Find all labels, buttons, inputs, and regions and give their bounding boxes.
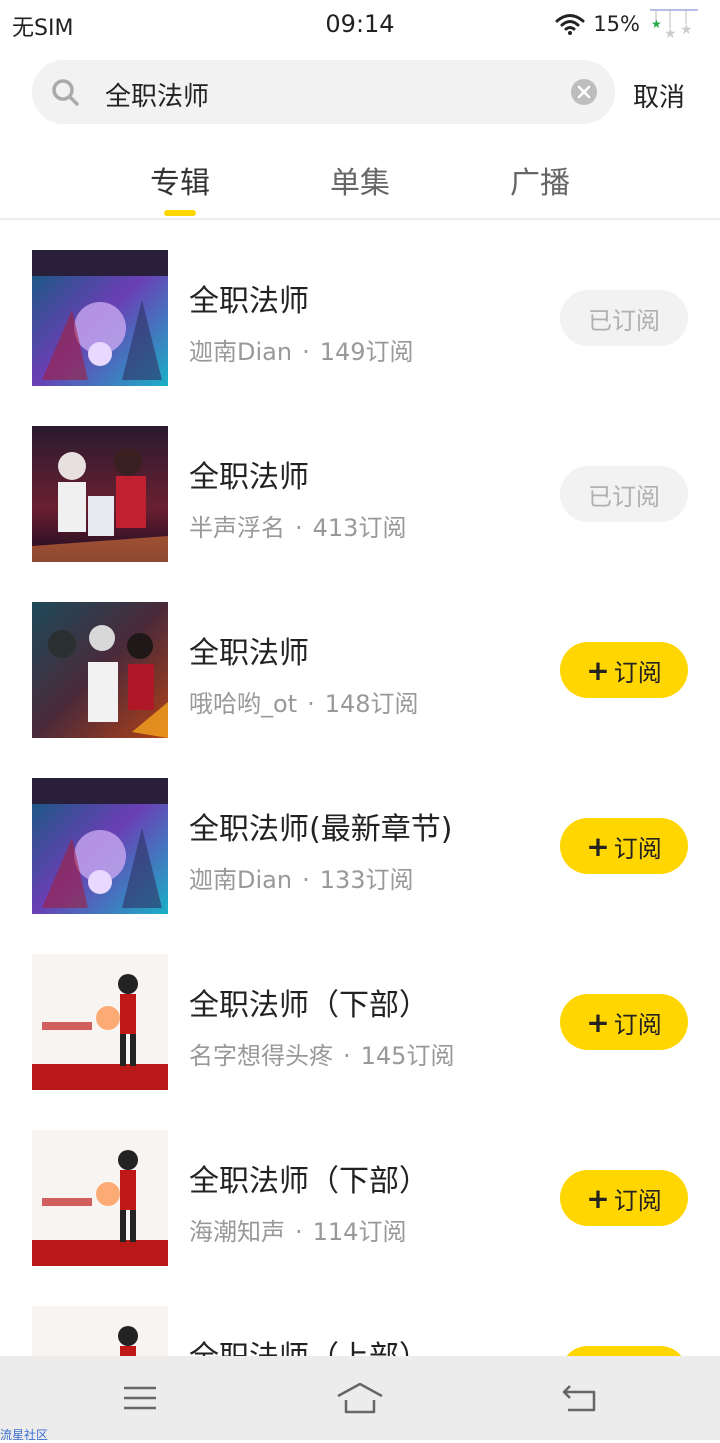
list-item[interactable]: 全职法师 迦南Dian · 149订阅 已订阅 — [0, 220, 720, 396]
plus-icon: + — [586, 829, 610, 863]
album-author: 海潮知声 — [189, 1218, 285, 1246]
album-meta: 名字想得头疼 · 145订阅 — [189, 1036, 454, 1071]
album-meta: 迦南Dian · 133订阅 — [189, 860, 414, 895]
cancel-button[interactable]: 取消 — [633, 77, 685, 114]
star-decoration-icon: ★ ★ ★ — [650, 9, 698, 40]
status-right: 15% ★ ★ ★ — [555, 8, 700, 40]
menu-icon[interactable] — [120, 1380, 160, 1416]
album-author: 迦南Dian — [189, 866, 293, 894]
subscribe-button[interactable]: +订阅 — [560, 1170, 688, 1226]
subscribed-label: 已订阅 — [588, 482, 660, 511]
album-subs: 114订阅 — [312, 1218, 407, 1246]
album-subs: 413订阅 — [312, 514, 407, 542]
album-title: 全职法师（下部） — [189, 1164, 429, 1199]
album-cover — [32, 1306, 168, 1356]
album-meta: 迦南Dian · 149订阅 — [189, 332, 414, 367]
tab-indicator — [164, 210, 196, 216]
list-item[interactable]: 全职法师 哦哈哟_ot · 148订阅 + 订阅 — [0, 572, 720, 748]
list-item[interactable]: 全职法师（下部） 名字想得头疼 · 145订阅 + 订阅 — [0, 924, 720, 1100]
album-title: 全职法师 — [189, 460, 309, 495]
album-title: 全职法师（上部） — [189, 1332, 429, 1356]
album-cover — [32, 1130, 168, 1266]
subscribe-label: 订阅 — [613, 1010, 662, 1039]
album-cover — [32, 250, 168, 386]
back-icon[interactable] — [560, 1380, 600, 1416]
subscribe-button[interactable]: +订阅 — [560, 994, 688, 1050]
tab-radio[interactable]: 广播 — [510, 158, 570, 202]
search-query[interactable]: 全职法师 — [105, 76, 209, 113]
separator-dot: · — [295, 514, 303, 542]
tab-albums[interactable]: 专辑 — [150, 158, 210, 202]
subscribe-label: 订阅 — [613, 658, 662, 687]
album-author: 半声浮名 — [189, 514, 285, 542]
album-title: 全职法师（下部） — [189, 988, 429, 1023]
svg-text:★: ★ — [651, 17, 662, 31]
search-input[interactable]: 全职法师 — [32, 60, 615, 124]
watermark: 流星社区 — [0, 1428, 49, 1442]
clear-icon[interactable] — [570, 78, 598, 106]
battery-level: 15% — [593, 12, 640, 36]
system-nav-bar — [0, 1356, 720, 1440]
album-subs: 133订阅 — [319, 866, 414, 894]
home-icon[interactable] — [336, 1380, 384, 1416]
plus-icon: + — [586, 1005, 610, 1039]
album-subs: 145订阅 — [360, 1042, 455, 1070]
list-item[interactable]: 全职法师（上部） +订阅 — [0, 1276, 720, 1356]
subscribe-button[interactable]: +订阅 — [560, 1346, 688, 1356]
subscribe-button[interactable]: +订阅 — [560, 642, 688, 698]
album-cover — [32, 602, 168, 738]
list-item[interactable]: 全职法师（下部） 海潮知声 · 114订阅 + 订阅 — [0, 1100, 720, 1276]
album-author: 哦哈哟_ot — [189, 690, 298, 718]
search-row: 全职法师 取消 — [32, 60, 688, 124]
album-title: 全职法师 — [189, 636, 309, 671]
album-subs: 148订阅 — [324, 690, 419, 718]
subscribe-button[interactable]: +订阅 — [560, 818, 688, 874]
subscribed-button[interactable]: 已订阅 — [560, 466, 688, 522]
album-cover — [32, 426, 168, 562]
subscribe-label: 订阅 — [613, 1186, 662, 1215]
tab-bar: 专辑 单集 广播 — [0, 140, 720, 220]
separator-dot: · — [295, 1218, 303, 1246]
search-icon — [52, 79, 79, 106]
album-subs: 149订阅 — [319, 338, 414, 366]
album-meta: 海潮知声 · 114订阅 — [189, 1212, 406, 1247]
album-author: 迦南Dian — [189, 338, 293, 366]
plus-icon: + — [586, 1181, 610, 1215]
svg-text:★: ★ — [664, 26, 677, 40]
wifi-icon — [555, 14, 585, 35]
plus-icon: + — [586, 653, 610, 687]
separator-dot: · — [343, 1042, 351, 1070]
album-meta: 哦哈哟_ot · 148订阅 — [189, 684, 419, 719]
subscribed-button[interactable]: 已订阅 — [560, 290, 688, 346]
album-title: 全职法师(最新章节) — [189, 812, 453, 847]
list-item[interactable]: 全职法师(最新章节) 迦南Dian · 133订阅 + 订阅 — [0, 748, 720, 924]
subscribed-label: 已订阅 — [588, 306, 660, 335]
separator-dot: · — [307, 690, 315, 718]
album-meta: 半声浮名 · 413订阅 — [189, 508, 406, 543]
separator-dot: · — [302, 338, 310, 366]
album-list: 全职法师 迦南Dian · 149订阅 已订阅 全职法师 半声浮名 · 413订阅 已订… — [0, 220, 720, 1356]
album-title: 全职法师 — [189, 284, 309, 319]
subscribe-label: 订阅 — [613, 834, 662, 863]
list-item[interactable]: 全职法师 半声浮名 · 413订阅 已订阅 — [0, 396, 720, 572]
album-cover — [32, 954, 168, 1090]
separator-dot: · — [302, 866, 310, 894]
status-bar: 无SIM 09:14 15% ★ ★ ★ — [0, 0, 720, 50]
album-cover — [32, 778, 168, 914]
tab-episodes[interactable]: 单集 — [330, 158, 390, 202]
svg-text:★: ★ — [680, 22, 693, 38]
album-author: 名字想得头疼 — [189, 1042, 333, 1070]
